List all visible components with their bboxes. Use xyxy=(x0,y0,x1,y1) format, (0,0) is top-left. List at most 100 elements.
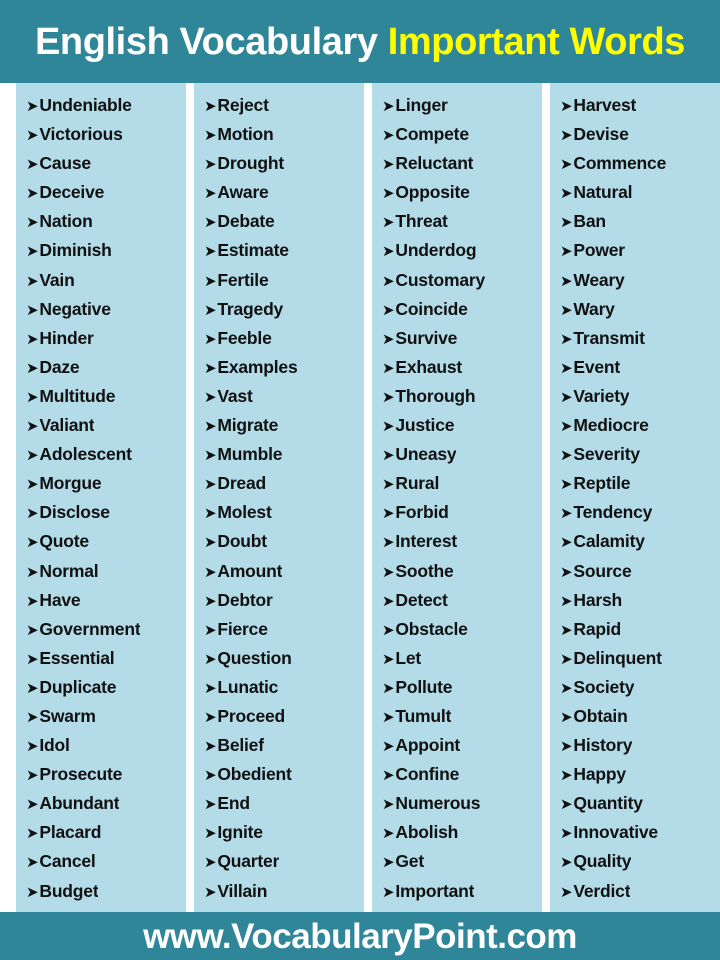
word-label: Villain xyxy=(217,880,268,901)
word-label: Cancel xyxy=(39,851,96,872)
word-label: Innovative xyxy=(573,822,658,843)
word-list-item: ➤ Verdict xyxy=(550,877,720,906)
arrow-bullet-icon: ➤ xyxy=(26,738,39,756)
word-list-item: ➤ End xyxy=(194,789,364,818)
word-label: Swarm xyxy=(39,705,96,726)
word-label: Quality xyxy=(573,851,632,872)
word-list-item: ➤ Tendency xyxy=(550,498,720,527)
arrow-bullet-icon: ➤ xyxy=(26,214,39,232)
arrow-bullet-icon: ➤ xyxy=(26,621,39,639)
word-list-item: ➤ Idol xyxy=(16,731,186,760)
word-list-item: ➤ Normal xyxy=(16,557,186,586)
word-list-item: ➤ Severity xyxy=(550,440,720,469)
word-label: Compete xyxy=(395,124,469,145)
word-label: Natural xyxy=(573,182,633,203)
word-label: Ban xyxy=(573,211,606,232)
word-label: Happy xyxy=(573,764,626,785)
word-label: Weary xyxy=(573,269,625,290)
arrow-bullet-icon: ➤ xyxy=(560,650,573,668)
arrow-bullet-icon: ➤ xyxy=(560,767,573,785)
word-list-item: ➤ Mumble xyxy=(194,440,364,469)
word-list-item: ➤ Duplicate xyxy=(16,673,186,702)
word-list-item: ➤ Question xyxy=(194,644,364,673)
arrow-bullet-icon: ➤ xyxy=(26,592,39,610)
arrow-bullet-icon: ➤ xyxy=(560,98,573,115)
word-list-item: ➤ Abundant xyxy=(16,789,186,818)
arrow-bullet-icon: ➤ xyxy=(382,592,395,610)
word-list-item: ➤ Placard xyxy=(16,818,186,847)
word-list-item: ➤ Hinder xyxy=(16,324,186,353)
word-label: Feeble xyxy=(217,327,272,348)
arrow-bullet-icon: ➤ xyxy=(560,679,573,697)
word-list-item: ➤ Examples xyxy=(194,353,364,382)
arrow-bullet-icon: ➤ xyxy=(204,214,217,232)
word-list-item: ➤ Drought xyxy=(194,149,364,178)
word-label: Society xyxy=(573,676,635,697)
arrow-bullet-icon: ➤ xyxy=(560,563,573,581)
word-column-2: ➤ Reject ➤ Motion ➤ Drought ➤ Aware ➤ Debate ➤ Esti… xyxy=(194,83,364,912)
word-list-item: ➤ Lunatic xyxy=(194,673,364,702)
word-list-item: ➤ Pollute xyxy=(372,673,542,702)
word-list-item: ➤ Reject xyxy=(194,91,364,120)
arrow-bullet-icon: ➤ xyxy=(560,330,573,348)
word-label: Appoint xyxy=(395,735,461,756)
arrow-bullet-icon: ➤ xyxy=(204,156,217,174)
word-list-item: ➤ Soothe xyxy=(372,557,542,586)
arrow-bullet-icon: ➤ xyxy=(204,243,217,261)
arrow-bullet-icon: ➤ xyxy=(560,447,573,465)
arrow-bullet-icon: ➤ xyxy=(382,563,395,581)
arrow-bullet-icon: ➤ xyxy=(204,447,217,465)
word-label: End xyxy=(217,793,250,814)
word-label: Variety xyxy=(573,385,630,406)
arrow-bullet-icon: ➤ xyxy=(560,534,573,552)
arrow-bullet-icon: ➤ xyxy=(204,767,217,785)
word-label: Aware xyxy=(217,182,269,203)
word-label: Abolish xyxy=(395,822,459,843)
word-label: Rural xyxy=(395,473,440,494)
arrow-bullet-icon: ➤ xyxy=(382,767,395,785)
word-list-item: ➤ Rapid xyxy=(550,615,720,644)
word-list-item: ➤ Motion xyxy=(194,120,364,149)
word-list-item: ➤ Devise xyxy=(550,120,720,149)
arrow-bullet-icon: ➤ xyxy=(26,388,39,406)
arrow-bullet-icon: ➤ xyxy=(382,272,395,290)
word-label: Coincide xyxy=(395,298,468,319)
word-list-item: ➤ Morgue xyxy=(16,469,186,498)
word-label: Drought xyxy=(217,153,285,174)
arrow-bullet-icon: ➤ xyxy=(560,359,573,377)
arrow-bullet-icon: ➤ xyxy=(204,650,217,668)
arrow-bullet-icon: ➤ xyxy=(560,796,573,814)
word-list-item: ➤ Estimate xyxy=(194,236,364,265)
poster-header: English Vocabulary Important Words xyxy=(0,0,720,83)
word-label: Prosecute xyxy=(39,764,123,785)
word-label: Undeniable xyxy=(39,95,132,115)
word-label: Victorious xyxy=(39,124,123,145)
word-list-item: ➤ Transmit xyxy=(550,324,720,353)
word-list-item: ➤ Ban xyxy=(550,207,720,236)
word-label: Power xyxy=(573,240,625,261)
word-list-item: ➤ Appoint xyxy=(372,731,542,760)
word-label: Severity xyxy=(573,444,640,465)
word-list-item: ➤ Wary xyxy=(550,295,720,324)
word-list-item: ➤ Quantity xyxy=(550,789,720,818)
word-list-item: ➤ Dread xyxy=(194,469,364,498)
word-label: History xyxy=(573,735,633,756)
word-label: Duplicate xyxy=(39,676,117,697)
word-label: Mumble xyxy=(217,444,283,465)
word-label: Belief xyxy=(217,735,264,756)
word-list-item: ➤ Reptile xyxy=(550,469,720,498)
word-label: Fertile xyxy=(217,269,269,290)
word-list-item: ➤ Amount xyxy=(194,557,364,586)
arrow-bullet-icon: ➤ xyxy=(560,505,573,523)
word-list-item: ➤ Rural xyxy=(372,469,542,498)
arrow-bullet-icon: ➤ xyxy=(382,418,395,436)
word-list-item: ➤ Migrate xyxy=(194,411,364,440)
word-label: Reluctant xyxy=(395,153,474,174)
word-label: Doubt xyxy=(217,531,267,552)
word-label: Rapid xyxy=(573,618,621,639)
word-list-item: ➤ Natural xyxy=(550,178,720,207)
word-list-item: ➤ Aware xyxy=(194,178,364,207)
word-list-item: ➤ History xyxy=(550,731,720,760)
arrow-bullet-icon: ➤ xyxy=(26,476,39,494)
arrow-bullet-icon: ➤ xyxy=(26,883,39,901)
